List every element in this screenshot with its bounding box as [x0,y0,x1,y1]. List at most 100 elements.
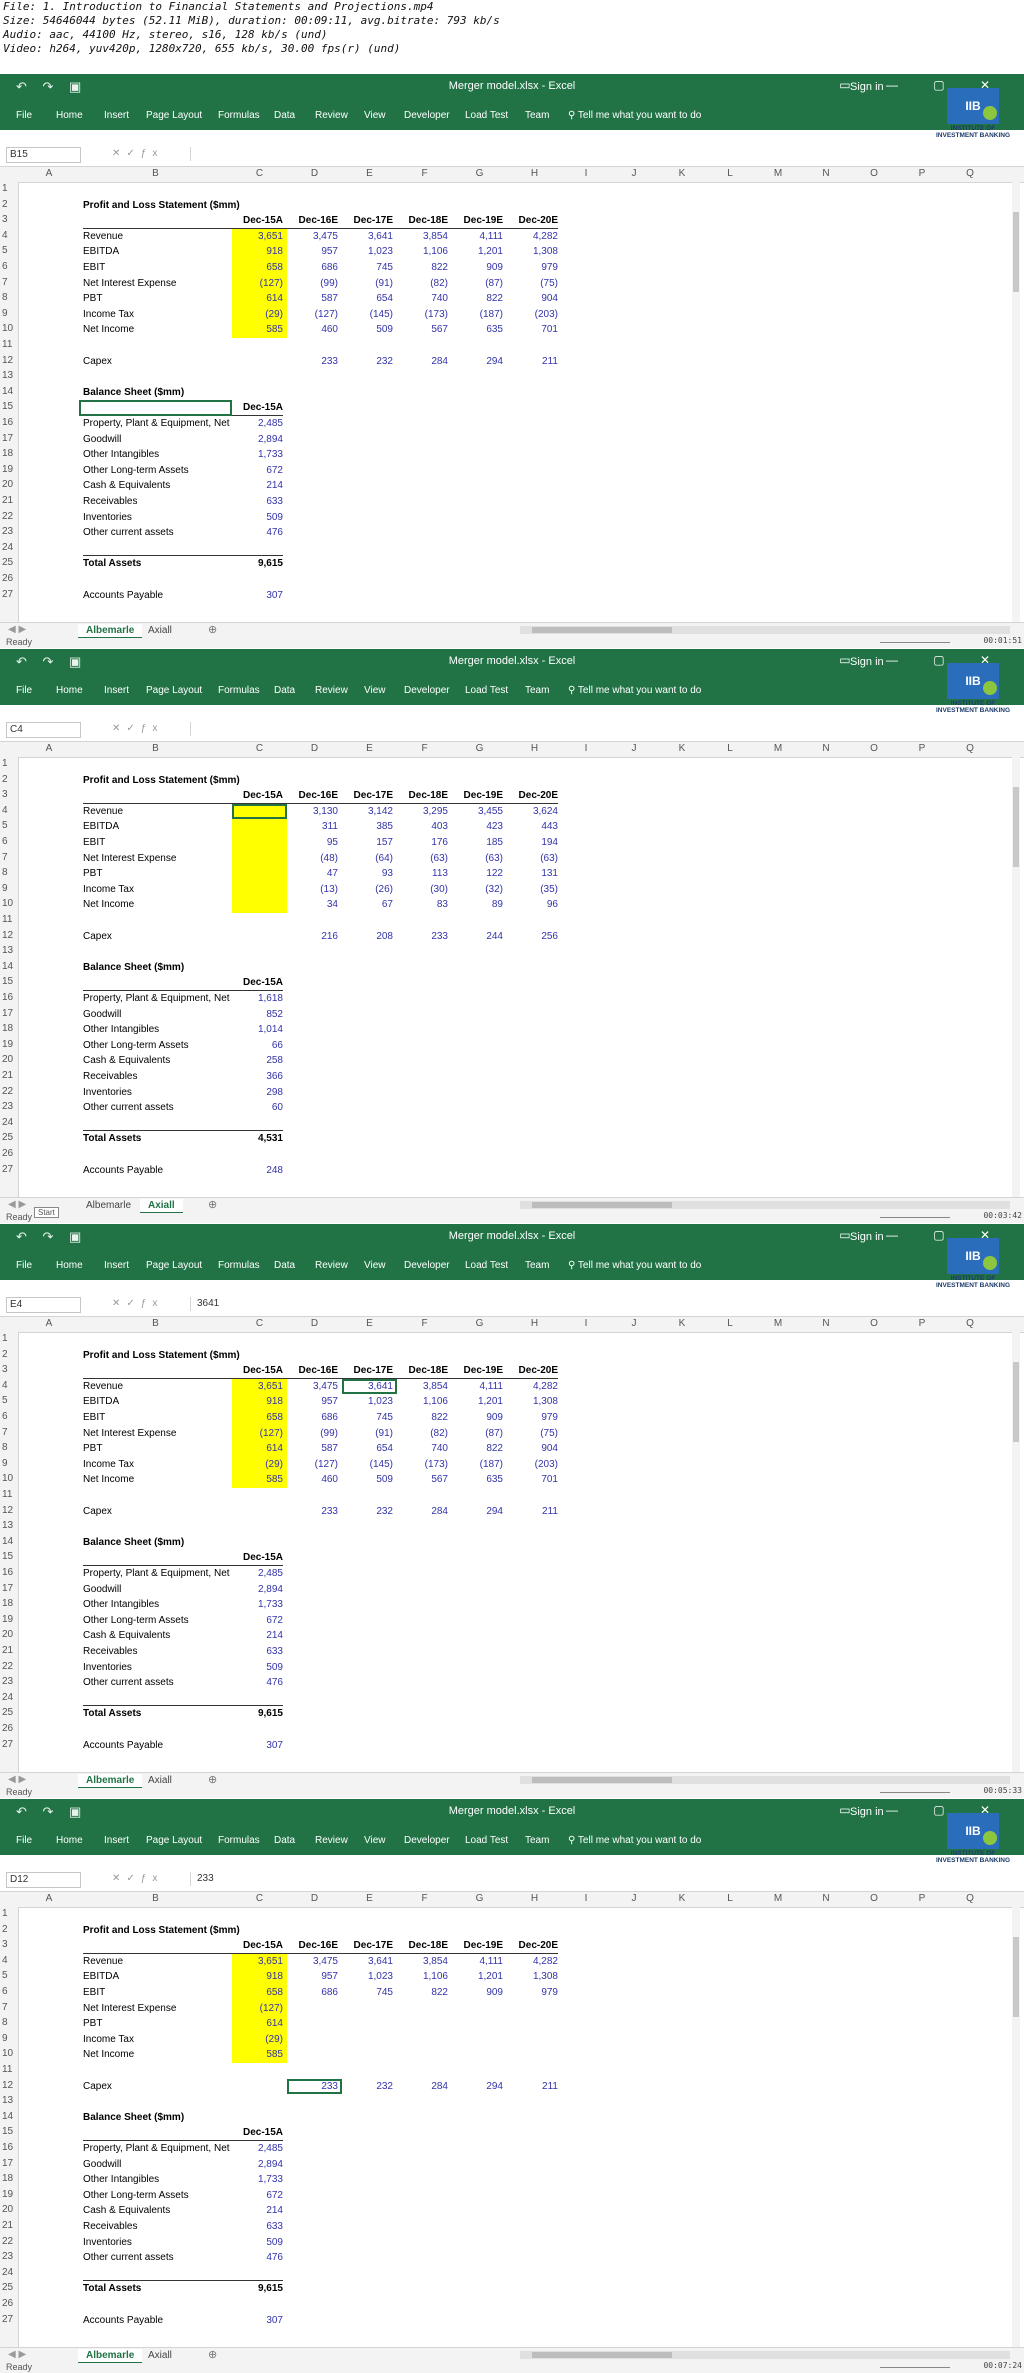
column-header[interactable]: H [507,743,562,754]
pl-value[interactable]: 658 [232,1410,283,1426]
pl-value[interactable]: (29) [232,2032,283,2048]
pl-label[interactable]: Net Interest Expense [83,2001,233,2017]
pl-value[interactable]: 3,130 [287,804,338,820]
column-header[interactable]: H [507,1318,562,1329]
pl-value[interactable]: 585 [232,1472,283,1488]
pl-value[interactable]: 4,282 [507,229,558,245]
pl-value[interactable]: 93 [342,866,393,882]
column-header[interactable]: K [658,168,706,179]
pl-value[interactable] [287,2001,338,2017]
bs-label[interactable]: Property, Plant & Equipment, Net [83,416,233,432]
ribbon-tab[interactable]: Review [315,110,348,121]
bs-value[interactable]: 298 [232,1085,283,1101]
capex-value[interactable]: 284 [397,354,448,370]
row-number[interactable]: 14 [0,386,18,397]
row-number[interactable]: 13 [0,2095,18,2106]
pl-value[interactable]: 635 [452,1472,503,1488]
pl-value[interactable]: 194 [507,835,558,851]
capex-value[interactable]: 233 [287,1504,338,1520]
pl-label[interactable]: EBIT [83,1985,233,2001]
pl-value[interactable]: 3,475 [287,1954,338,1970]
h-scroll-thumb[interactable] [532,1777,672,1783]
ap-label[interactable]: Accounts Payable [83,1163,233,1179]
bs-value[interactable]: 214 [232,478,283,494]
column-header[interactable]: G [452,1318,507,1329]
pl-label[interactable]: Net Income [83,2047,233,2063]
row-number[interactable]: 23 [0,1676,18,1687]
column-header[interactable]: E [342,1318,397,1329]
capex-value[interactable] [232,929,283,945]
add-sheet-button[interactable]: ⊕ [208,1198,217,1211]
year-header[interactable]: Dec-17E [342,1363,393,1379]
pl-label[interactable]: Net Interest Expense [83,1426,233,1442]
name-box[interactable]: D12 [6,1872,81,1888]
pl-label[interactable]: Net Income [83,1472,233,1488]
pl-value[interactable]: 3,641 [342,229,393,245]
column-header[interactable]: F [397,1318,452,1329]
row-number[interactable]: 17 [0,2158,18,2169]
add-sheet-button[interactable]: ⊕ [208,2348,217,2361]
pl-value[interactable]: 918 [232,1969,283,1985]
bs-label[interactable]: Receivables [83,494,233,510]
row-number[interactable]: 18 [0,1023,18,1034]
row-number[interactable]: 20 [0,2204,18,2215]
pl-label[interactable]: PBT [83,866,233,882]
pl-value[interactable]: (145) [342,307,393,323]
column-header[interactable]: C [232,1893,287,1904]
pl-value[interactable]: 1,023 [342,1969,393,1985]
row-number[interactable]: 12 [0,1505,18,1516]
bs-value[interactable]: 633 [232,494,283,510]
selected-cell[interactable] [287,2078,342,2095]
sheet-nav-arrows[interactable]: ◀ ▶ [8,2349,26,2360]
column-header[interactable]: C [232,1318,287,1329]
pl-value[interactable] [232,882,283,898]
pl-label[interactable]: Revenue [83,1379,233,1395]
pl-value[interactable]: 1,023 [342,1394,393,1410]
ribbon-tab[interactable]: Home [56,685,83,696]
pl-value[interactable]: (82) [397,276,448,292]
row-number[interactable]: 12 [0,355,18,366]
bs-label[interactable]: Cash & Equivalents [83,1053,233,1069]
pl-value[interactable]: 3,854 [397,229,448,245]
bs-label[interactable]: Other current assets [83,525,233,541]
ribbon-tab[interactable]: Insert [104,685,129,696]
row-number[interactable]: 4 [0,230,18,241]
bs-label[interactable]: Other current assets [83,1675,233,1691]
pl-value[interactable]: (203) [507,1457,558,1473]
pl-value[interactable]: 614 [232,2016,283,2032]
ribbon-tab[interactable]: Developer [404,1835,450,1846]
pl-value[interactable] [342,2001,393,2017]
bs-label[interactable]: Receivables [83,1069,233,1085]
year-header[interactable]: Dec-20E [507,1363,558,1379]
bs-label[interactable]: Other Long-term Assets [83,1038,233,1054]
year-header[interactable]: Dec-16E [287,788,338,804]
ribbon-tab[interactable]: Insert [104,1835,129,1846]
capex-value[interactable]: 284 [397,2079,448,2095]
pl-label[interactable]: Net Interest Expense [83,851,233,867]
pl-value[interactable] [397,2001,448,2017]
pl-value[interactable]: 567 [397,322,448,338]
capex-value[interactable]: 294 [452,354,503,370]
horizontal-scrollbar[interactable] [520,1776,1010,1784]
row-number[interactable]: 25 [0,1132,18,1143]
scroll-thumb[interactable] [1013,787,1019,867]
pl-value[interactable]: 1,201 [452,1969,503,1985]
row-number[interactable]: 4 [0,1380,18,1391]
ribbon-tab[interactable]: Insert [104,1260,129,1271]
pl-value[interactable]: 658 [232,260,283,276]
row-number[interactable]: 10 [0,2048,18,2059]
row-number[interactable]: 11 [0,2064,18,2075]
year-header[interactable]: Dec-16E [287,1938,338,1954]
pl-value[interactable]: (63) [397,851,448,867]
formula-input[interactable] [190,147,1017,161]
row-number[interactable]: 7 [0,852,18,863]
column-header[interactable]: H [507,1893,562,1904]
row-number[interactable]: 13 [0,1520,18,1531]
capex-value[interactable] [232,1504,283,1520]
year-header[interactable]: Dec-17E [342,788,393,804]
total-assets-value[interactable]: 9,615 [232,556,283,572]
pl-label[interactable]: Net Interest Expense [83,276,233,292]
tell-me-search[interactable]: ⚲ Tell me what you want to do [568,110,701,121]
pl-value[interactable]: 585 [232,322,283,338]
bs-value[interactable]: 672 [232,463,283,479]
